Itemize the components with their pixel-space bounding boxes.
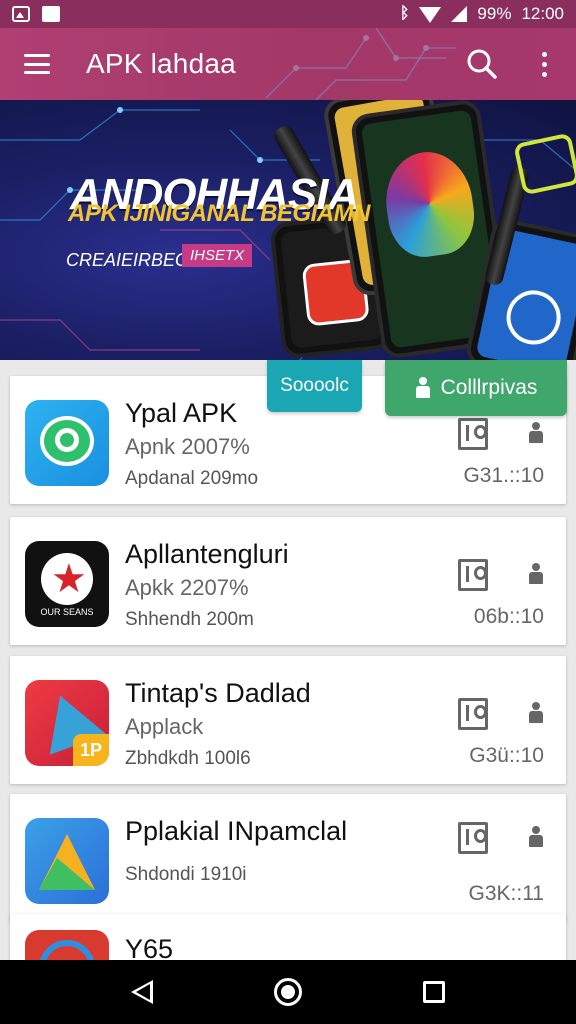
home-icon[interactable] <box>273 978 302 1006</box>
document-icon[interactable] <box>458 559 488 591</box>
app-name: Pplakial INpamclal <box>125 816 348 846</box>
promo-banner[interactable]: ANDOHHASIA APK IJINIGANAL BEGIAMN CREAIE… <box>0 100 576 360</box>
menu-button[interactable] <box>0 28 74 100</box>
screen: ᛒ 99% 12:00 APK lahdaa ANDOHHASIA APK IJ… <box>0 0 576 1024</box>
app-size: Zbhdkdh 100l6 <box>125 748 251 769</box>
app-meta: G3K::11 <box>468 882 545 905</box>
signal-icon <box>451 6 468 22</box>
banner-badge: IHSETX <box>182 244 253 267</box>
app-size: Apdanal 209mo <box>125 468 259 489</box>
battery-percent: 99% <box>477 4 512 23</box>
clock: 12:00 <box>521 4 564 23</box>
app-icon-play <box>25 818 109 904</box>
bluetooth-icon: ᛒ <box>399 5 410 22</box>
document-icon[interactable] <box>458 698 488 730</box>
app-meta: 06b::10 <box>473 605 544 628</box>
app-icon-text: OUR SEANS <box>40 607 94 617</box>
person-icon[interactable] <box>528 563 544 585</box>
more-dot-icon <box>541 51 547 57</box>
app-icon-star: ★ OUR SEANS <box>25 541 109 627</box>
banner-subheadline: APK IJINIGANAL BEGIAMN <box>68 200 370 227</box>
document-icon[interactable] <box>458 418 488 450</box>
app-size: Shdondi 1910i <box>125 864 247 885</box>
primary-action-button[interactable]: Colllrpivas <box>385 360 567 416</box>
circuit-decoration <box>265 28 456 100</box>
app-title: APK lahdaa <box>86 48 236 79</box>
primary-action-label: Colllrpivas <box>440 376 538 399</box>
document-icon[interactable] <box>458 822 488 854</box>
person-icon[interactable] <box>528 422 544 444</box>
secondary-action-button[interactable]: Soooolc <box>267 360 362 412</box>
search-icon <box>467 49 497 79</box>
wifi-icon <box>419 7 442 23</box>
app-version: Apnk 2007% <box>125 434 250 459</box>
recent-apps-icon[interactable] <box>423 981 446 1003</box>
system-nav-bar <box>0 960 576 1024</box>
app-meta: G31.::10 <box>463 464 544 487</box>
list-item[interactable]: ★ OUR SEANS Apllantengluri Apkk 2207% Sh… <box>10 517 566 645</box>
more-dot-icon <box>541 71 547 77</box>
app-name: Apllantengluri <box>125 539 289 569</box>
person-icon[interactable] <box>528 702 544 724</box>
home-notification-icon <box>42 6 60 22</box>
app-icon-chat <box>25 400 109 486</box>
back-icon[interactable] <box>130 980 153 1004</box>
chat-sticker-graphic <box>513 132 576 196</box>
search-button[interactable] <box>462 46 502 82</box>
list-item[interactable]: Pplakial INpamclal Shdondi 1910i G3K::11 <box>10 794 566 922</box>
app-icon-badge: 1P <box>73 734 109 766</box>
app-icon-triangle: 1P <box>25 680 109 766</box>
app-name: Tintap's Dadlad <box>125 678 311 708</box>
hamburger-icon <box>24 54 50 74</box>
gallery-notification-icon <box>12 6 30 22</box>
person-icon[interactable] <box>528 826 544 848</box>
app-bar: APK lahdaa <box>0 28 576 100</box>
app-size: Shhendh 200m <box>125 609 254 630</box>
app-version: Apkk 2207% <box>125 575 249 600</box>
app-version: Applack <box>125 714 204 739</box>
status-bar: ᛒ 99% 12:00 <box>0 0 576 28</box>
list-item[interactable]: 1P Tintap's Dadlad Applack Zbhdkdh 100l6… <box>10 656 566 784</box>
more-dot-icon <box>541 61 547 67</box>
more-options-button[interactable] <box>528 46 560 82</box>
app-name: Ypal APK <box>125 398 238 428</box>
app-meta: G3ü::10 <box>469 744 544 767</box>
person-icon <box>415 377 431 399</box>
